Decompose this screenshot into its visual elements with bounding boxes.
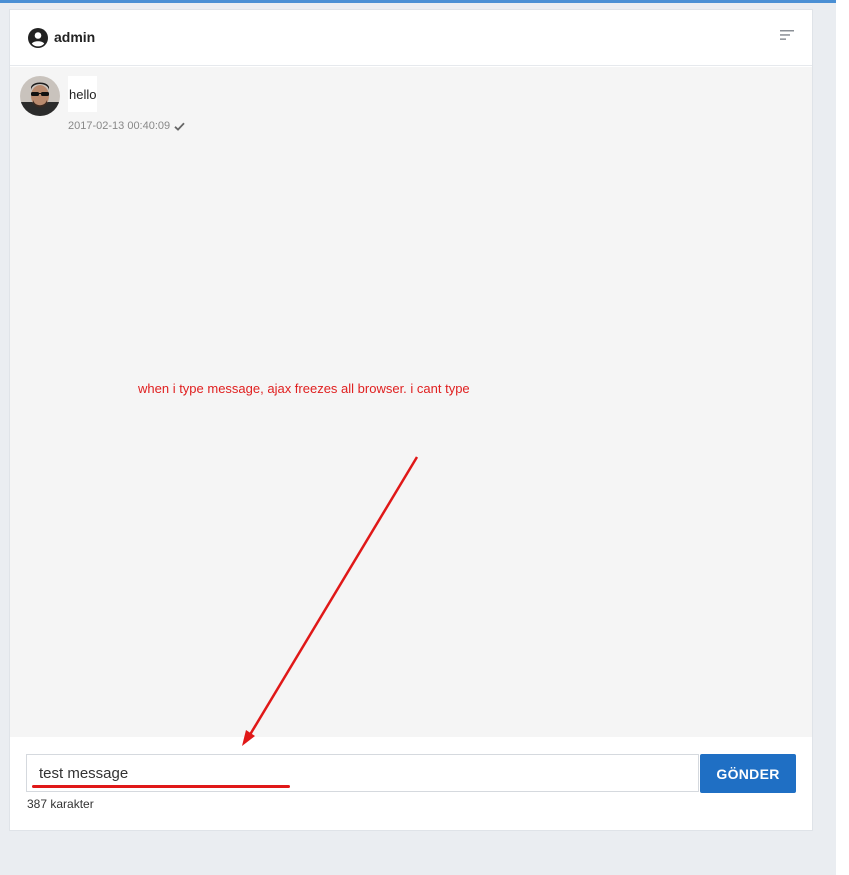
chat-header: admin [10, 10, 812, 66]
message-timestamp: 2017-02-13 00:40:09 [68, 120, 171, 132]
message-list[interactable]: hello 2017-02-13 00:40:09 when i type me… [10, 67, 812, 737]
avatar-image [20, 76, 60, 116]
annotation-note: when i type message, ajax freezes all br… [138, 381, 470, 396]
right-scroll-rail [836, 0, 849, 875]
chat-panel: admin hello 2017-02-13 00:40:09 when i t… [9, 9, 813, 831]
check-icon [174, 122, 185, 131]
user-circle-icon [28, 28, 48, 48]
character-count: 387 karakter [27, 797, 94, 811]
message-bubble: hello [68, 76, 98, 112]
sort-lines-icon[interactable] [779, 28, 795, 42]
annotation-underline [32, 785, 290, 788]
avatar [20, 76, 60, 116]
chat-title: admin [54, 29, 96, 45]
message-meta: 2017-02-13 00:40:09 [68, 120, 185, 132]
top-accent-strip [0, 0, 836, 3]
send-button[interactable]: GÖNDER [700, 754, 796, 793]
composer-bar: GÖNDER 387 karakter [10, 738, 812, 830]
